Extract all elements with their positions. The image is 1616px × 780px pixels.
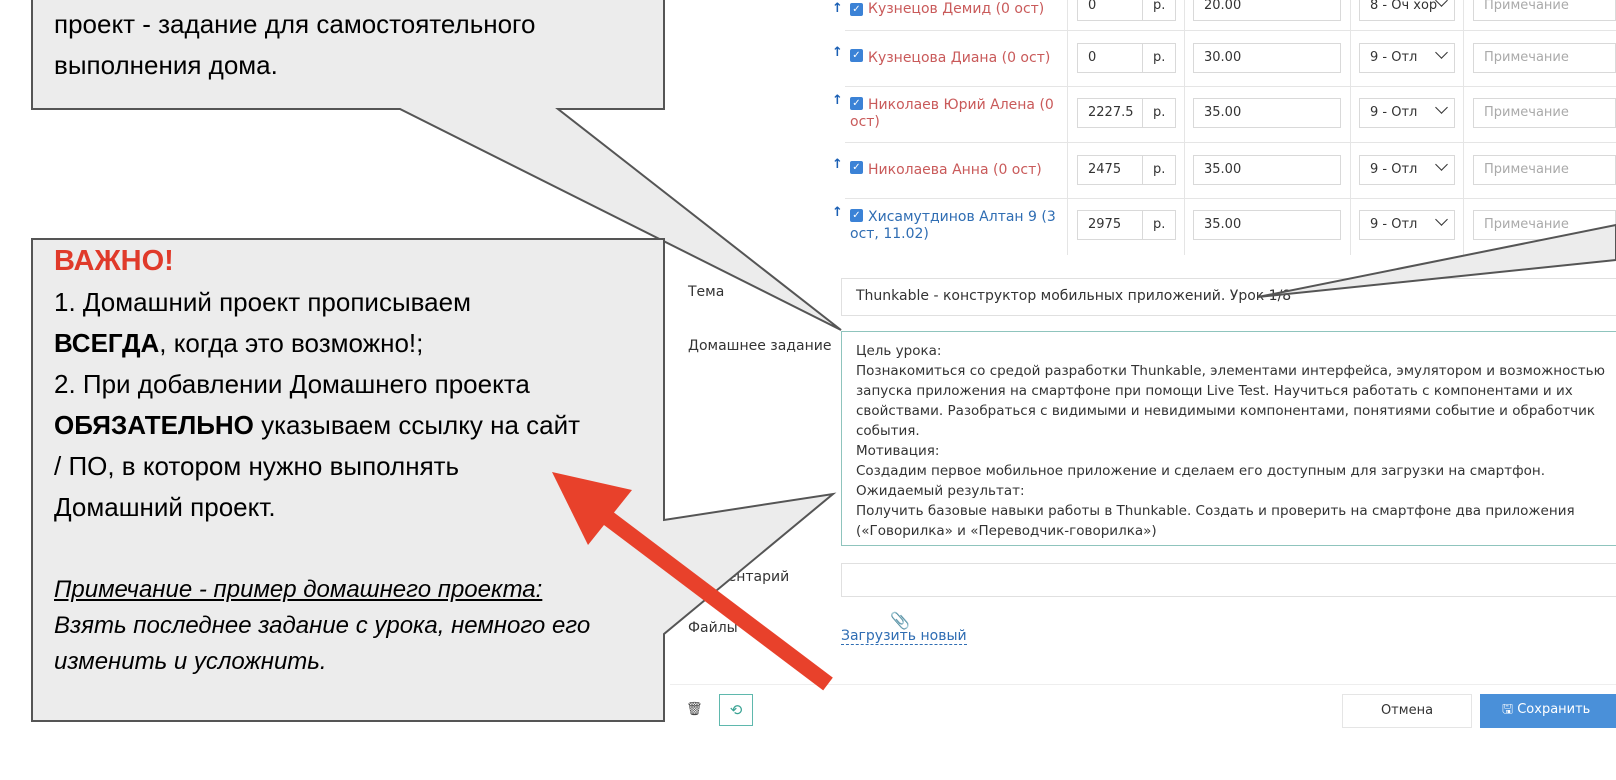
callout-top-line: проект - задание для самостоятельного — [54, 9, 536, 39]
point2-line3: / ПО, в котором нужно выполнять — [54, 451, 460, 481]
point1-line2: ВСЕГДА, когда это возможно!; — [54, 328, 424, 358]
note-title: Примечание - пример домашнего проекта: — [54, 576, 543, 603]
callout-top-line: выполнения дома. — [54, 50, 278, 80]
callout-note: Примечание - пример домашнего проекта: В… — [54, 572, 590, 680]
callout-main-text: ВАЖНО! 1. Домашний проект прописываем ВС… — [54, 241, 580, 528]
important-heading: ВАЖНО! — [54, 245, 174, 277]
note-line: Взять последнее задание с урока, немного… — [54, 612, 591, 639]
point2-line2: ОБЯЗАТЕЛЬНО указываем ссылку на сайт — [54, 410, 581, 440]
point2-line: 2. При добавлении Домашнего проекта — [54, 369, 530, 399]
note-line: изменить и усложнить. — [54, 648, 327, 675]
point2-line4: Домашний проект. — [54, 492, 276, 522]
callout-top-text: проект - задание для самостоятельного вы… — [54, 4, 535, 86]
callout-right-tail — [1257, 223, 1616, 298]
point1-line: 1. Домашний проект прописываем — [54, 287, 471, 317]
